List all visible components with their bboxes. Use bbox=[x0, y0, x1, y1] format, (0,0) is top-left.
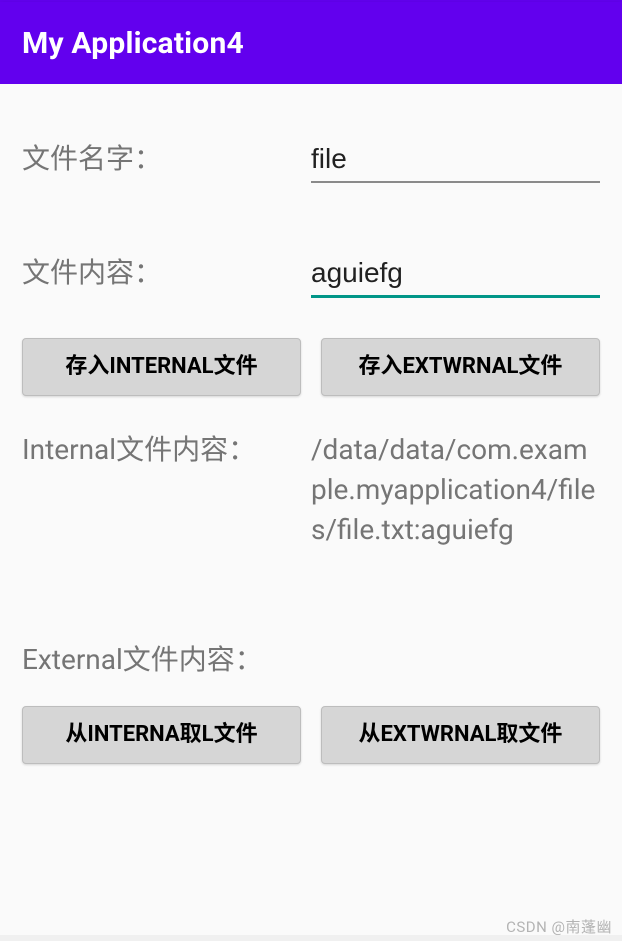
content-label: 文件内容： bbox=[22, 253, 311, 293]
save-external-button[interactable]: 存入EXTWRNAL文件 bbox=[321, 338, 600, 396]
content-input[interactable] bbox=[311, 255, 600, 298]
watermark: CSDN @南蓬幽 bbox=[506, 916, 612, 937]
filename-label: 文件名字： bbox=[22, 139, 311, 179]
external-output-row: External文件内容： bbox=[22, 640, 600, 680]
read-external-button[interactable]: 从EXTWRNAL取文件 bbox=[321, 706, 600, 764]
main-content: 文件名字： 文件内容： 存入INTERNAL文件 存入EXTWRNAL文件 bbox=[0, 84, 622, 764]
content-row: 文件内容： bbox=[22, 253, 600, 298]
app-title: My Application4 bbox=[22, 26, 244, 61]
save-button-row: 存入INTERNAL文件 存入EXTWRNAL文件 bbox=[22, 338, 600, 396]
filename-input[interactable] bbox=[311, 141, 600, 183]
app-bar: My Application4 bbox=[0, 2, 622, 84]
internal-output-row: Internal文件内容： /data/data/com.example.mya… bbox=[22, 430, 600, 550]
bottom-edge bbox=[0, 935, 622, 941]
filename-row: 文件名字： bbox=[22, 139, 600, 183]
read-button-row: 从INTERNA取L文件 从EXTWRNAL取文件 bbox=[22, 706, 600, 764]
internal-output-label: Internal文件内容： bbox=[22, 430, 311, 470]
save-internal-button[interactable]: 存入INTERNAL文件 bbox=[22, 338, 301, 396]
external-output-label: External文件内容： bbox=[22, 640, 311, 680]
read-internal-button[interactable]: 从INTERNA取L文件 bbox=[22, 706, 301, 764]
internal-output-value: /data/data/com.example.myapplication4/fi… bbox=[311, 430, 600, 550]
